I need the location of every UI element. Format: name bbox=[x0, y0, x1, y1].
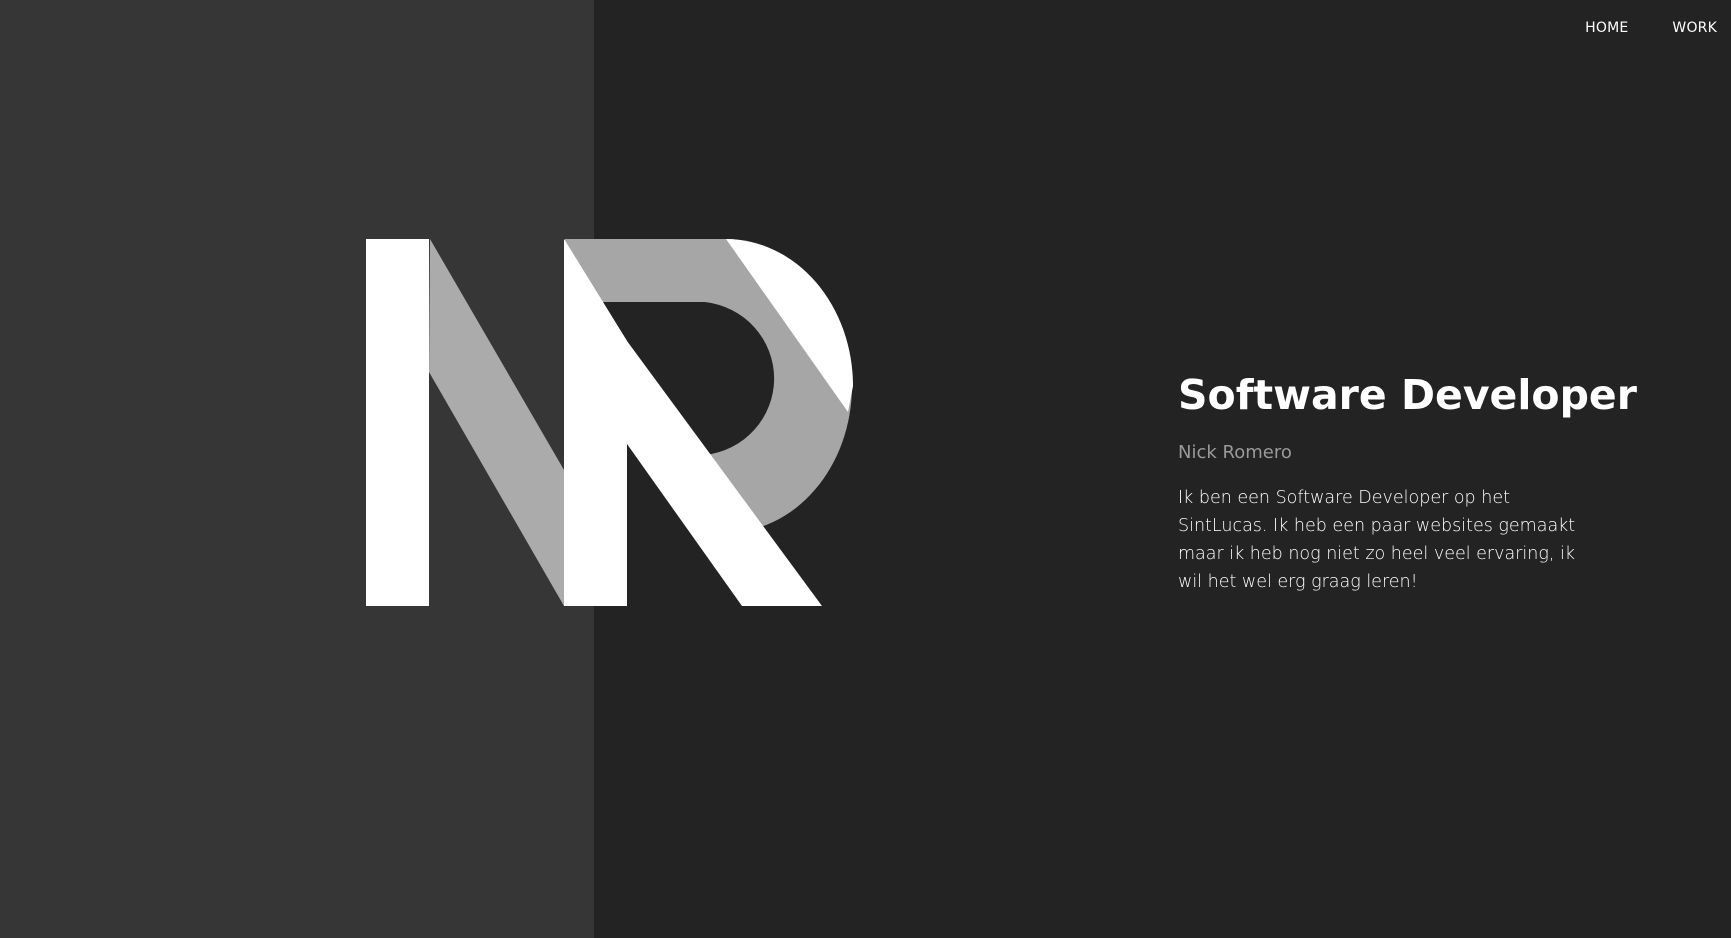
bio-paragraph: Ik ben een Software Developer op het Sin… bbox=[1178, 488, 1576, 592]
portfolio-page: HOME WORK Software Developer Nick Romero… bbox=[0, 0, 1731, 938]
hero-text-block: Software Developer Nick Romero Ik ben ee… bbox=[1178, 366, 1637, 596]
logo-n-left-stem bbox=[366, 239, 429, 606]
logo-n-diagonal bbox=[429, 239, 564, 606]
top-navigation: HOME WORK bbox=[1585, 18, 1717, 38]
author-name: Nick Romero bbox=[1178, 442, 1292, 463]
nav-link-home[interactable]: HOME bbox=[1585, 18, 1638, 38]
page-title: Software Developer bbox=[1178, 371, 1637, 419]
nav-link-work[interactable]: WORK bbox=[1638, 18, 1717, 38]
